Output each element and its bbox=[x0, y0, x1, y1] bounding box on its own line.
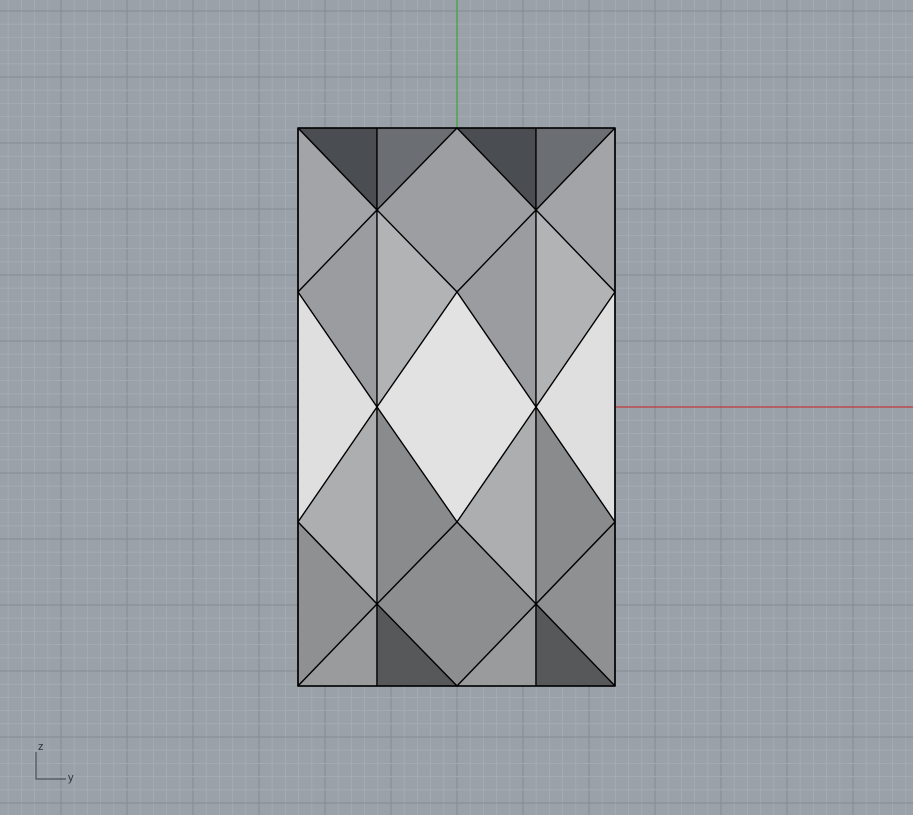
axis-widget-z-label: z bbox=[38, 741, 44, 753]
viewport-right[interactable]: z y bbox=[0, 0, 913, 815]
scene-canvas[interactable] bbox=[0, 0, 913, 815]
axis-widget-y-label: y bbox=[68, 772, 74, 784]
faceted-panel-model[interactable] bbox=[297, 127, 616, 687]
